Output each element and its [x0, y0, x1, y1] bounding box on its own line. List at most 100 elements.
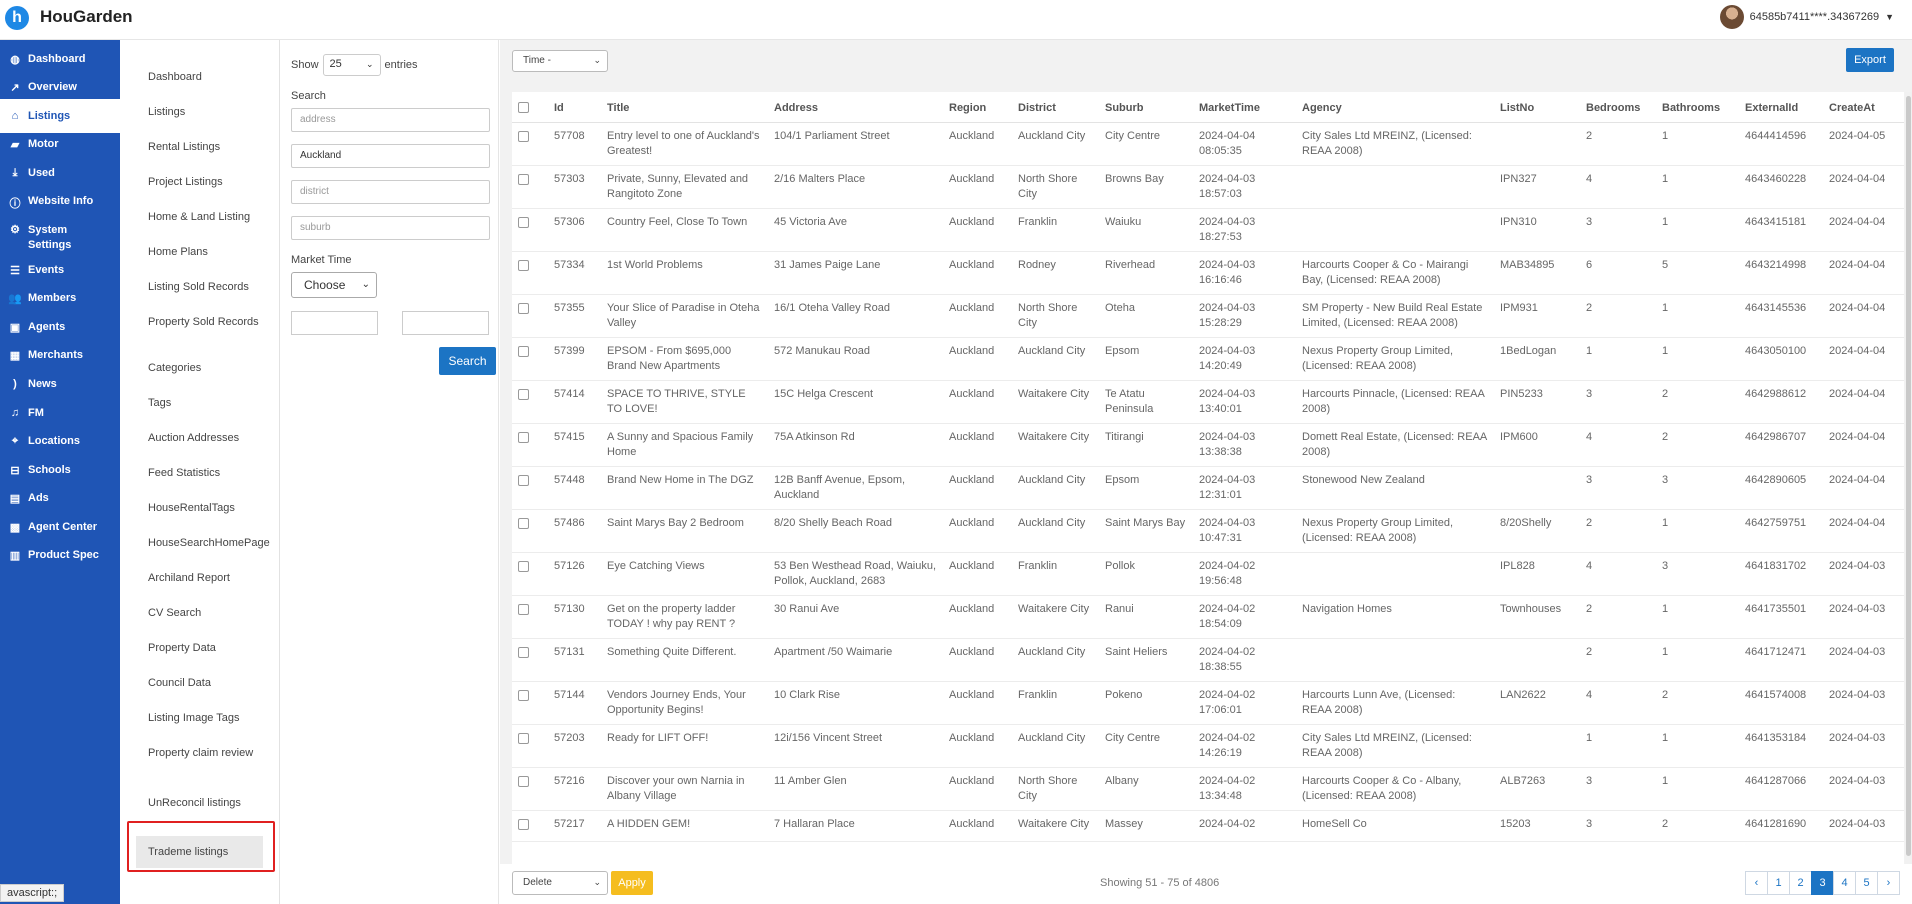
sidebar-item-motor[interactable]: ▰ Motor [0, 138, 120, 151]
page-button-3[interactable]: 3 [1811, 871, 1834, 895]
table-row[interactable]: 57486 Saint Marys Bay 2 Bedroom 8/20 Shell… [512, 509, 1904, 553]
sidebar-item-product-spec[interactable]: ▥ Product Spec [0, 549, 120, 562]
row-checkbox[interactable] [518, 346, 529, 357]
table-row[interactable]: 57130 Get on the property ladder TODAY ! … [512, 595, 1904, 639]
subnav-item-home-land-listing[interactable]: Home & Land Listing [148, 210, 273, 225]
sidebar-item-dashboard[interactable]: ◍ Dashboard [0, 53, 120, 66]
apply-button[interactable]: Apply [611, 871, 653, 895]
row-checkbox[interactable] [518, 776, 529, 787]
subnav-item-property-claim-review[interactable]: Property claim review [148, 746, 273, 761]
sidebar-item-merchants[interactable]: ▦ Merchants [0, 349, 120, 362]
market-time-select[interactable]: Choose ⌄ [291, 272, 377, 298]
subnav-item-property-data[interactable]: Property Data [148, 641, 273, 656]
sidebar-item-members[interactable]: 👥 Members [0, 292, 120, 305]
row-checkbox[interactable] [518, 561, 529, 572]
table-row[interactable]: 57355 Your Slice of Paradise in Oteha Val… [512, 294, 1904, 338]
export-button[interactable]: Export [1846, 48, 1894, 72]
table-row[interactable]: 57144 Vendors Journey Ends, Your Opportun… [512, 681, 1904, 725]
column-header-listno[interactable]: ListNo [1494, 92, 1580, 123]
date-from-input[interactable] [291, 311, 378, 335]
column-header-id[interactable]: Id [548, 92, 601, 123]
page-button-4[interactable]: 4 [1833, 871, 1856, 895]
scrollbar-thumb[interactable] [1906, 96, 1911, 856]
row-checkbox[interactable] [518, 647, 529, 658]
next-page-button[interactable]: › [1877, 871, 1900, 895]
sidebar-item-fm[interactable]: ♫ FM [0, 407, 120, 419]
page-button-1[interactable]: 1 [1767, 871, 1790, 895]
sidebar-item-schools[interactable]: ⊟ Schools [0, 464, 120, 477]
sidebar-item-news[interactable]: ) News [0, 378, 120, 390]
subnav-item-project-listings[interactable]: Project Listings [148, 175, 273, 190]
subnav-item-property-sold-records[interactable]: Property Sold Records [148, 315, 273, 330]
subnav-item-unreconcil-listings[interactable]: UnReconcil listings [148, 796, 273, 811]
column-header-district[interactable]: District [1012, 92, 1099, 123]
time-sort-select[interactable]: Time - ⌄ [512, 50, 608, 72]
page-button-2[interactable]: 2 [1789, 871, 1812, 895]
region-input[interactable]: Auckland [291, 144, 490, 168]
brand-name[interactable]: HouGarden [40, 7, 133, 27]
table-row[interactable]: 57708 Entry level to one of Auckland's Gr… [512, 122, 1904, 166]
subnav-item-feed-statistics[interactable]: Feed Statistics [148, 466, 273, 481]
user-menu[interactable]: 64585b7411****.34367269 ▼ [1719, 5, 1894, 29]
hougarden-logo-icon[interactable]: h [5, 6, 29, 30]
sidebar-item-agents[interactable]: ▣ Agents [0, 321, 120, 334]
table-row[interactable]: 57126 Eye Catching Views 53 Ben Westhead R… [512, 552, 1904, 596]
table-scrollbar[interactable] [1905, 92, 1912, 864]
column-header-region[interactable]: Region [943, 92, 1012, 123]
subnav-item-auction-addresses[interactable]: Auction Addresses [148, 431, 273, 446]
sidebar-item-ads[interactable]: ▤ Ads [0, 492, 120, 505]
row-checkbox[interactable] [518, 260, 529, 271]
row-checkbox[interactable] [518, 733, 529, 744]
column-header-address[interactable]: Address [768, 92, 943, 123]
column-header-createat[interactable]: CreateAt [1823, 92, 1904, 123]
sidebar-item-overview[interactable]: ↗ Overview [0, 81, 120, 94]
subnav-item-categories[interactable]: Categories [148, 361, 273, 376]
column-header-markettime[interactable]: MarketTime [1193, 92, 1296, 123]
table-row[interactable]: 57414 SPACE TO THRIVE, STYLE TO LOVE! 15C … [512, 380, 1904, 424]
sidebar-item-locations[interactable]: ⌖ Locations [0, 435, 120, 448]
avatar[interactable] [1719, 5, 1744, 29]
sidebar-item-used[interactable]: ⤓ Used [0, 167, 120, 180]
column-header-externalid[interactable]: ExternalId [1739, 92, 1823, 123]
subnav-item-council-data[interactable]: Council Data [148, 676, 273, 691]
row-checkbox[interactable] [518, 690, 529, 701]
district-input[interactable]: district [291, 180, 490, 204]
sidebar-item-website-info[interactable]: ⓘ Website Info [0, 195, 120, 211]
table-row[interactable]: 57203 Ready for LIFT OFF! 12i/156 Vincent … [512, 724, 1904, 768]
subnav-item-rental-listings[interactable]: Rental Listings [148, 140, 273, 155]
subnav-item-cv-search[interactable]: CV Search [148, 606, 273, 621]
page-length-select[interactable]: 25 ⌄ [322, 54, 381, 76]
sidebar-item-events[interactable]: ☰ Events [0, 264, 120, 277]
column-header-title[interactable]: Title [601, 92, 768, 123]
row-checkbox[interactable] [518, 174, 529, 185]
row-checkbox[interactable] [518, 518, 529, 529]
subnav-item-archiland-report[interactable]: Archiland Report [148, 571, 273, 586]
row-checkbox[interactable] [518, 819, 529, 830]
column-header-agency[interactable]: Agency [1296, 92, 1494, 123]
subnav-item-listing-sold-records[interactable]: Listing Sold Records [148, 280, 273, 295]
subnav-item-housesearchhomepage[interactable]: HouseSearchHomePage [148, 536, 273, 551]
subnav-item-tags[interactable]: Tags [148, 396, 273, 411]
sidebar-item-system-settings[interactable]: ⚙ System Settings [0, 223, 120, 253]
search-button[interactable]: Search [439, 347, 496, 375]
table-row[interactable]: 57303 Private, Sunny, Elevated and Rangit… [512, 165, 1904, 209]
column-header-bathrooms[interactable]: Bathrooms [1656, 92, 1739, 123]
row-checkbox[interactable] [518, 604, 529, 615]
table-row[interactable]: 57216 Discover your own Narnia in Albany … [512, 767, 1904, 811]
sidebar-item-listings[interactable]: ⌂ Listings [0, 99, 120, 133]
date-to-input[interactable] [402, 311, 489, 335]
column-header-suburb[interactable]: Suburb [1099, 92, 1193, 123]
subnav-item-houserentaltags[interactable]: HouseRentalTags [148, 501, 273, 516]
row-checkbox[interactable] [518, 432, 529, 443]
table-row[interactable]: 57306 Country Feel, Close To Town 45 Victo… [512, 208, 1904, 252]
page-button-5[interactable]: 5 [1855, 871, 1878, 895]
table-row[interactable]: 57217 A HIDDEN GEM! 7 Hallaran Place Auckla… [512, 810, 1904, 842]
row-checkbox[interactable] [518, 475, 529, 486]
subnav-item-listings[interactable]: Listings [148, 105, 273, 120]
prev-page-button[interactable]: ‹ [1745, 871, 1768, 895]
bulk-action-select[interactable]: Delete ⌄ [512, 871, 608, 895]
column-header-bedrooms[interactable]: Bedrooms [1580, 92, 1656, 123]
sidebar-item-agent-center[interactable]: ▩ Agent Center [0, 521, 120, 534]
address-input[interactable]: address [291, 108, 490, 132]
table-row[interactable]: 57399 EPSOM - From $695,000 Brand New Apa… [512, 337, 1904, 381]
